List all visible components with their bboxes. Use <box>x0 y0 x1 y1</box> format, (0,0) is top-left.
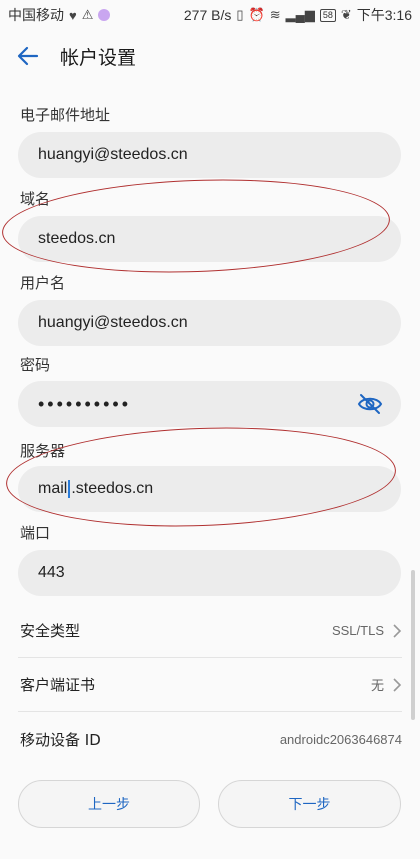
battery-level: 58 <box>319 8 336 22</box>
chevron-right-icon <box>393 677 402 692</box>
text-cursor <box>68 480 71 498</box>
port-label: 端口 <box>20 524 51 542</box>
app-notification-icon <box>98 9 111 21</box>
warning-icon: ⚠ <box>81 7 94 22</box>
app-bar: 帐户设置 <box>0 30 420 82</box>
security-type-value: SSL/TLS <box>331 623 384 638</box>
client-cert-row[interactable]: 客户端证书 无 <box>18 658 402 712</box>
next-step-button[interactable]: 下一步 <box>218 780 401 828</box>
security-type-label: 安全类型 <box>20 622 81 640</box>
password-value: •••••••••• <box>38 393 132 414</box>
server-label: 服务器 <box>20 442 66 460</box>
username-field[interactable]: huangyi@steedos.cn <box>18 300 401 346</box>
client-cert-value: 无 <box>370 678 384 693</box>
signal-icon: ▂▄▆ <box>285 7 315 22</box>
username-label: 用户名 <box>20 274 66 292</box>
leaf-icon: ❦ <box>340 7 352 22</box>
status-right: 277 B/s ▯ ⏰ ≋ ▂▄▆ 58 ❦ 下午3:16 <box>184 5 412 25</box>
email-label: 电子邮件地址 <box>20 106 111 124</box>
hide-password-eye-icon[interactable] <box>357 392 383 421</box>
email-field[interactable]: huangyi@steedos.cn <box>18 132 401 178</box>
scrollbar[interactable] <box>411 570 415 720</box>
client-cert-label: 客户端证书 <box>20 676 96 694</box>
domain-label: 域名 <box>20 190 51 208</box>
page-title: 帐户设置 <box>60 46 137 69</box>
chevron-right-icon <box>393 623 402 638</box>
password-label: 密码 <box>20 356 51 374</box>
port-value: 443 <box>38 564 65 581</box>
domain-field[interactable]: steedos.cn <box>18 216 401 262</box>
previous-step-button[interactable]: 上一步 <box>18 780 200 828</box>
device-id-label: 移动设备 ID <box>20 730 101 749</box>
back-arrow-icon[interactable] <box>0 30 56 82</box>
security-type-row[interactable]: 安全类型 SSL/TLS <box>18 604 402 658</box>
status-left: 中国移动 ♥ ⚠ <box>8 5 111 25</box>
device-id-row: 移动设备 ID androidc2063646874 <box>18 712 402 766</box>
port-field[interactable]: 443 <box>18 550 401 596</box>
wifi-icon: ≋ <box>269 7 281 22</box>
device-id-value: androidc2063646874 <box>279 731 402 747</box>
password-field[interactable]: •••••••••• <box>18 381 401 427</box>
heart-icon: ♥ <box>69 7 77 23</box>
domain-value: steedos.cn <box>38 230 116 247</box>
email-value: huangyi@steedos.cn <box>38 146 188 163</box>
status-bar: 中国移动 ♥ ⚠ 277 B/s ▯ ⏰ ≋ ▂▄▆ 58 ❦ 下午3:16 <box>0 0 420 30</box>
username-value: huangyi@steedos.cn <box>38 314 188 331</box>
vibrate-icon: ▯ <box>236 7 244 22</box>
server-field[interactable]: mail .steedos.cn <box>18 466 401 512</box>
alarm-icon: ⏰ <box>248 7 265 22</box>
server-value-prefix: mail <box>38 480 68 497</box>
server-value-suffix: .steedos.cn <box>71 480 154 497</box>
clock: 下午3:16 <box>356 7 412 23</box>
network-speed: 277 B/s <box>183 7 232 23</box>
carrier-label: 中国移动 <box>8 7 64 23</box>
